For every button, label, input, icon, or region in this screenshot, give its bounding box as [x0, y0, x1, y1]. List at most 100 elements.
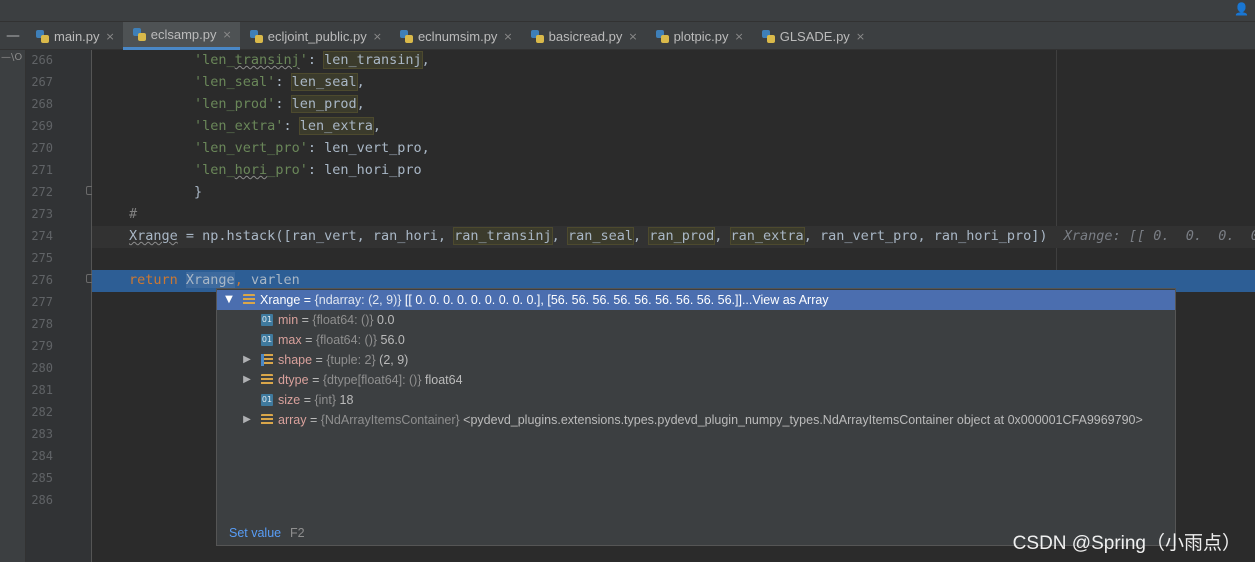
tab-main-py[interactable]: main.py × — [26, 22, 123, 50]
var-value: 18 — [339, 393, 354, 407]
code-line-271: 'len_hori_pro': len_hori_pro — [194, 162, 422, 178]
variable-ref: len_transinj — [323, 51, 423, 69]
tree-row-min[interactable]: 01 min = {float64: ()} 0.0 — [217, 310, 1175, 330]
python-file-icon — [36, 29, 49, 43]
chevron-right-icon[interactable]: ▶ — [241, 410, 253, 430]
line-number: 279 — [31, 339, 53, 353]
tab-label: ecljoint_public.py — [267, 28, 367, 44]
tree-row-shape[interactable]: ▶ shape = {tuple: 2} (2, 9) — [217, 350, 1175, 370]
line-number: 280 — [31, 361, 53, 375]
tab-label: main.py — [54, 28, 100, 44]
comment: # — [129, 206, 138, 222]
line-number: 282 — [31, 405, 53, 419]
var-name: max — [278, 333, 302, 347]
tab-glsade-py[interactable]: GLSADE.py × — [752, 22, 873, 50]
tree-row-xrange[interactable]: ▼ Xrange = {ndarray: (2, 9)} [[ 0. 0. 0.… — [217, 290, 1175, 310]
variable-ref: len_extra — [298, 117, 374, 135]
close-tab-icon[interactable]: × — [106, 30, 115, 43]
var-value: float64 — [425, 373, 463, 387]
closing-brace: } — [194, 184, 203, 200]
editor-tab-bar: — main.py × eclsamp.py × ecljoint_public… — [0, 22, 1255, 50]
var-type: {dtype[float64]: ()} — [322, 373, 422, 387]
code-line-268: 'len_prod': len_prod, — [194, 95, 365, 113]
view-as-array-link[interactable]: ...View as Array — [742, 293, 829, 307]
tree-row-array[interactable]: ▶ array = {NdArrayItemsContainer} <pydev… — [217, 410, 1175, 430]
var-value: 0.0 — [377, 313, 395, 327]
line-number: 273 — [31, 207, 53, 221]
close-tab-icon[interactable]: × — [373, 30, 382, 43]
set-value-link[interactable]: Set value — [229, 522, 281, 544]
variable-ref: ran_seal — [566, 227, 634, 245]
tree-row-max[interactable]: 01 max = {float64: ()} 56.0 — [217, 330, 1175, 350]
code-line-274: Xrange = np.hstack([ran_vert, ran_hori, … — [92, 226, 1255, 248]
variable-ref: Xrange — [185, 272, 235, 288]
var-value: 56.0 — [380, 333, 405, 347]
var-value: <pydevd_plugins.extensions.types.pydevd_… — [463, 413, 1143, 427]
tab-list: main.py × eclsamp.py × ecljoint_public.p… — [26, 22, 873, 50]
tab-plotpic-py[interactable]: plotpic.py × — [646, 22, 752, 50]
var-type: {int} — [314, 393, 337, 407]
keyword: return — [129, 272, 178, 288]
variable-ref: len_seal — [290, 73, 358, 91]
close-tab-icon[interactable]: × — [628, 30, 637, 43]
python-file-icon — [249, 29, 263, 43]
tab-basicread-py[interactable]: basicread.py × — [521, 22, 646, 50]
tab-eclnumsim-py[interactable]: eclnumsim.py × — [390, 22, 521, 50]
tab-label: eclsamp.py — [150, 27, 217, 42]
tab-ecljoint-public-py[interactable]: ecljoint_public.py × — [240, 22, 390, 50]
close-tab-icon[interactable]: × — [856, 30, 865, 43]
close-tab-icon[interactable]: × — [735, 30, 744, 43]
line-number: 278 — [31, 317, 53, 331]
chevron-right-icon[interactable]: ▶ — [241, 350, 253, 370]
code-line-270: 'len_vert_pro': len_vert_pro, — [194, 140, 430, 156]
debug-value-popup: ▼ Xrange = {ndarray: (2, 9)} [[ 0. 0. 0.… — [216, 288, 1176, 546]
line-number: 267 — [31, 75, 53, 89]
variable-ref: varlen — [250, 272, 300, 288]
watermark: CSDN @Spring（小雨点） — [1012, 533, 1241, 554]
left-tool-strip: —\O — [0, 50, 26, 562]
line-number: 276 — [31, 273, 53, 287]
var-name: min — [278, 313, 299, 327]
code-line-269: 'len_extra': len_extra, — [194, 117, 381, 135]
object-icon — [261, 374, 273, 386]
tab-label: GLSADE.py — [779, 28, 850, 44]
title-strip: 👤 — [0, 0, 1255, 22]
close-tab-icon[interactable]: × — [503, 30, 512, 43]
numeric-field-icon: 01 — [261, 394, 273, 406]
structure-hint[interactable]: —\O — [1, 52, 22, 63]
code-line-272: } — [92, 182, 1255, 204]
code-line-267: 'len_seal': len_seal, — [194, 73, 365, 91]
code-text: ran_vert_pro, ran_hori_pro]) — [819, 228, 1048, 244]
typo-marker: transinj — [234, 52, 300, 68]
code-line-266: 'len_transinj': len_transinj, — [194, 51, 430, 69]
variable-ref: Xrange — [129, 228, 178, 244]
chevron-down-icon[interactable]: ▼ — [223, 290, 235, 310]
dict-key: 'len_seal' — [194, 74, 276, 90]
python-file-icon — [655, 29, 669, 43]
code-line-273: # — [92, 204, 1255, 226]
tab-menu-icon[interactable]: — — [0, 22, 26, 50]
var-name: dtype — [278, 373, 309, 387]
tree-row-dtype[interactable]: ▶ dtype = {dtype[float64]: ()} float64 — [217, 370, 1175, 390]
close-tab-icon[interactable]: × — [223, 28, 232, 41]
shortcut-hint: F2 — [290, 526, 305, 540]
user-icon[interactable]: 👤 — [1234, 2, 1249, 16]
numeric-field-icon: 01 — [261, 334, 273, 346]
line-number: 286 — [31, 493, 53, 507]
tab-eclsamp-py[interactable]: eclsamp.py × — [122, 22, 240, 50]
tab-label: basicread.py — [548, 28, 623, 44]
python-file-icon — [132, 28, 146, 41]
var-type: {float64: ()} — [315, 333, 378, 347]
line-number: 269 — [31, 119, 53, 133]
dict-key: 'len_vert_pro' — [194, 140, 308, 156]
var-type: {float64: ()} — [312, 313, 374, 327]
variable-ref: len_hori_pro — [324, 162, 422, 178]
list-icon — [261, 354, 273, 366]
tab-label: eclnumsim.py — [417, 28, 498, 44]
var-type: {ndarray: (2, 9)} — [314, 293, 402, 307]
dict-key: 'len_extra' — [194, 118, 284, 134]
typo-marker: hori — [234, 162, 268, 178]
tree-row-size[interactable]: 01 size = {int} 18 — [217, 390, 1175, 410]
chevron-right-icon[interactable]: ▶ — [241, 370, 253, 390]
